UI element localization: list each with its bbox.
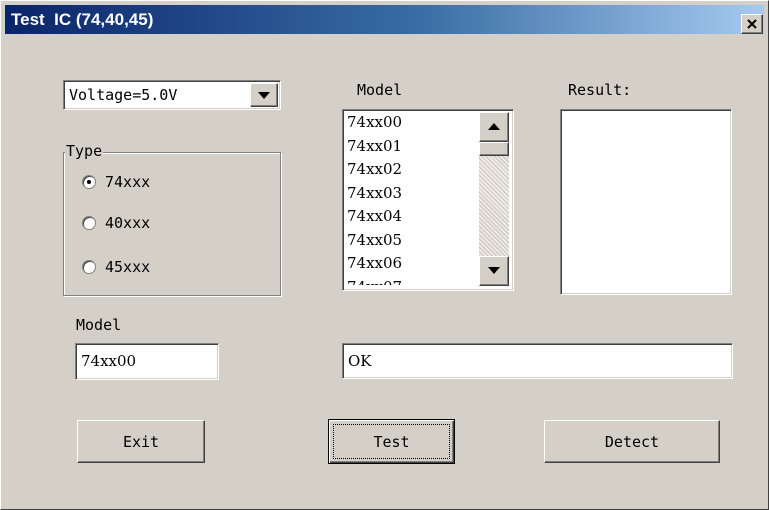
chevron-down-icon bbox=[258, 92, 270, 99]
list-item[interactable]: 74xx02 bbox=[347, 158, 477, 182]
model-list-label: Model bbox=[357, 81, 403, 99]
list-item[interactable]: 74xx03 bbox=[347, 182, 477, 206]
test-button-label: Test bbox=[373, 432, 410, 451]
model-input-label: Model bbox=[76, 316, 122, 334]
test-button[interactable]: Test bbox=[328, 419, 455, 464]
list-item[interactable]: 74xx05 bbox=[347, 229, 477, 253]
radio-74xxx-circle[interactable] bbox=[82, 175, 96, 189]
test-ic-dialog: Test IC (74,40,45) Voltage=5.0V Type 74x… bbox=[0, 0, 769, 510]
radio-45xxx-circle[interactable] bbox=[82, 260, 96, 274]
radio-45xxx-label[interactable]: 45xxx bbox=[105, 258, 150, 276]
title-bar[interactable]: Test IC (74,40,45) bbox=[5, 5, 764, 34]
window-title: Test IC (74,40,45) bbox=[11, 10, 154, 29]
scroll-up-button[interactable] bbox=[479, 112, 509, 142]
detect-button[interactable]: Detect bbox=[544, 420, 720, 463]
exit-button-label: Exit bbox=[122, 432, 160, 451]
close-button[interactable] bbox=[741, 14, 763, 34]
result-box[interactable] bbox=[560, 109, 732, 295]
voltage-select[interactable]: Voltage=5.0V bbox=[63, 80, 281, 110]
voltage-select-value: Voltage=5.0V bbox=[69, 86, 178, 104]
radio-selected-dot bbox=[87, 180, 91, 184]
model-input[interactable]: 74xx00 bbox=[75, 343, 219, 380]
list-item[interactable]: 74xx07 bbox=[347, 276, 477, 286]
model-list-scrollbar[interactable] bbox=[479, 112, 509, 286]
close-icon bbox=[747, 19, 757, 29]
radio-40xxx-circle[interactable] bbox=[82, 216, 96, 230]
scroll-up-icon bbox=[488, 123, 500, 130]
model-input-value: 74xx00 bbox=[81, 352, 137, 370]
model-listbox[interactable]: 74xx00 74xx01 74xx02 74xx03 74xx04 74xx0… bbox=[342, 109, 514, 291]
list-item[interactable]: 74xx06 bbox=[347, 252, 477, 276]
list-item[interactable]: 74xx01 bbox=[347, 135, 477, 159]
scroll-down-icon bbox=[488, 267, 500, 274]
radio-74xxx-label[interactable]: 74xxx bbox=[105, 173, 150, 191]
result-label: Result: bbox=[568, 81, 632, 99]
list-item[interactable]: 74xx00 bbox=[347, 111, 477, 135]
status-value: OK bbox=[348, 352, 372, 370]
model-list-items: 74xx00 74xx01 74xx02 74xx03 74xx04 74xx0… bbox=[347, 111, 477, 285]
scroll-thumb[interactable] bbox=[479, 142, 509, 156]
status-field[interactable]: OK bbox=[342, 343, 733, 379]
radio-40xxx-label[interactable]: 40xxx bbox=[105, 214, 150, 232]
scroll-down-button[interactable] bbox=[479, 256, 509, 286]
voltage-dropdown-button[interactable] bbox=[250, 83, 278, 107]
exit-button[interactable]: Exit bbox=[77, 420, 205, 463]
list-item[interactable]: 74xx04 bbox=[347, 205, 477, 229]
detect-button-label: Detect bbox=[604, 432, 660, 451]
type-group-legend: Type bbox=[65, 142, 104, 160]
